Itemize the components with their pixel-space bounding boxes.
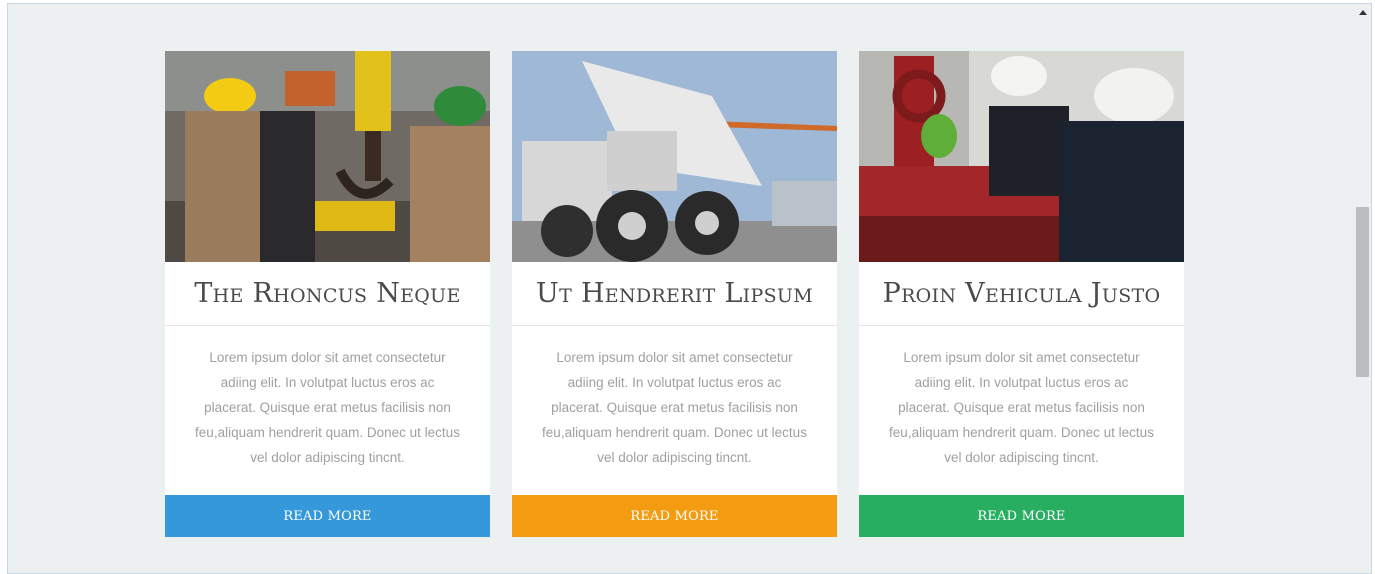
card-3: Proin Vehicula Justo Lorem ipsum dolor s…: [859, 51, 1184, 537]
card-title: Proin Vehicula Justo: [859, 262, 1184, 326]
cards-section: The Rhoncus Neque Lorem ipsum dolor sit …: [165, 51, 1185, 537]
read-more-button[interactable]: READ MORE: [512, 495, 837, 537]
read-more-button[interactable]: READ MORE: [165, 495, 490, 537]
vertical-scrollbar[interactable]: [1355, 4, 1371, 573]
card-text: Lorem ipsum dolor sit amet consectetur a…: [195, 350, 460, 465]
card-title: The Rhoncus Neque: [165, 262, 490, 326]
card-1: The Rhoncus Neque Lorem ipsum dolor sit …: [165, 51, 490, 537]
card-image-oil-rig-workers: [859, 51, 1184, 262]
card-image-workers: [165, 51, 490, 262]
card-2: Ut Hendrerit Lipsum Lorem ipsum dolor si…: [512, 51, 837, 537]
page-frame: The Rhoncus Neque Lorem ipsum dolor sit …: [7, 3, 1372, 574]
scroll-up-arrow-icon[interactable]: [1359, 10, 1367, 15]
card-text: Lorem ipsum dolor sit amet consectetur a…: [889, 350, 1154, 465]
card-title: Ut Hendrerit Lipsum: [512, 262, 837, 326]
card-text: Lorem ipsum dolor sit amet consectetur a…: [542, 350, 807, 465]
read-more-button[interactable]: READ MORE: [859, 495, 1184, 537]
card-image-dump-truck: [512, 51, 837, 262]
scrollbar-thumb[interactable]: [1356, 207, 1369, 377]
